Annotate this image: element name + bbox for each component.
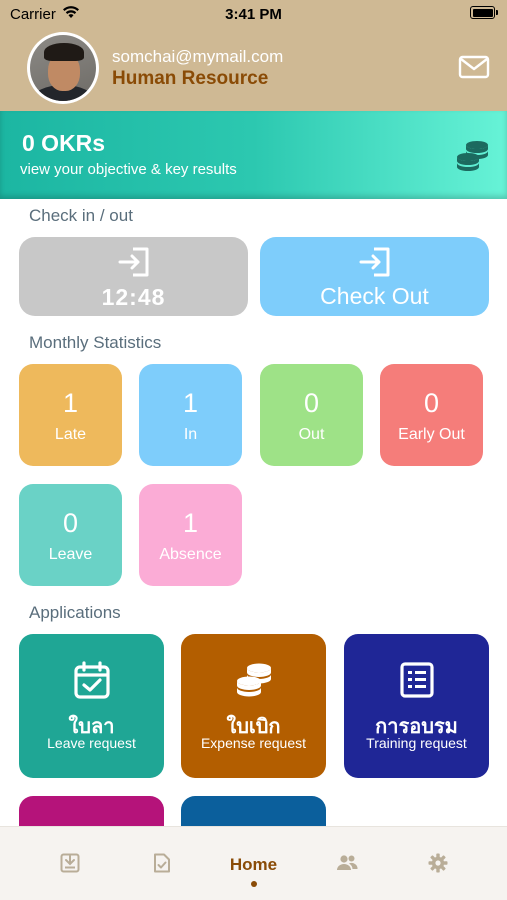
app-expense-request[interactable]: ใบเบิก Expense request [181,634,326,778]
tab-home-label: Home [229,855,278,874]
clock: 3:41 PM [225,6,282,23]
gear-icon [428,853,447,873]
mail-icon[interactable] [458,55,490,79]
check-in-time: 12:48 [101,284,166,310]
tab-download[interactable] [19,827,120,900]
section-check-in-out: Check in / out [29,206,133,225]
stat-value: 0 [303,388,320,418]
stat-early-out[interactable]: 0 Early Out [380,364,483,466]
tab-bar: Home [0,826,507,900]
stat-out[interactable]: 0 Out [260,364,363,466]
avatar[interactable] [27,32,99,104]
stat-value: 1 [182,508,199,538]
stat-value: 0 [62,508,79,538]
stat-value: 1 [182,388,199,418]
stat-label: Out [298,426,325,443]
app-title-en: Leave request [47,735,136,751]
tab-users[interactable] [295,827,396,900]
section-monthly-statistics: Monthly Statistics [29,333,162,352]
stat-value: 0 [423,388,440,418]
stat-label: Absence [159,546,222,563]
profile-header: Carrier 3:41 PM somchai@mymail.com Human… [0,0,507,111]
list-icon [399,662,434,698]
stat-leave[interactable]: 0 Leave [19,484,122,586]
check-out-label: Check Out [320,283,429,309]
download-icon [60,853,79,873]
okr-banner[interactable]: 0 OKRs view your objective & key results [0,111,507,199]
stat-value: 1 [62,388,79,418]
check-out-button[interactable]: Check Out [260,237,489,316]
tab-settings[interactable] [387,827,488,900]
coins-icon [457,141,488,171]
stat-in[interactable]: 1 In [139,364,242,466]
stat-label: Leave [48,546,93,563]
stat-late[interactable]: 1 Late [19,364,122,466]
check-in-button[interactable]: 12:48 [19,237,248,316]
app-title-en: Training request [366,735,467,751]
user-department: Human Resource [112,68,269,89]
tab-document[interactable] [111,827,212,900]
okr-title: 0 OKRs [22,130,106,156]
stat-label: Late [54,426,87,443]
login-icon [118,247,148,277]
stat-label: In [183,426,198,443]
section-applications: Applications [29,603,121,622]
stat-label: Early Out [398,426,465,443]
app-training-request[interactable]: การอบรม Training request [344,634,489,778]
active-tab-indicator [250,881,257,887]
okr-subtitle: view your objective & key results [20,161,237,178]
document-check-icon [153,853,170,873]
coins-icon [236,663,271,697]
stat-absence[interactable]: 1 Absence [139,484,242,586]
calendar-check-icon [73,661,110,699]
app-leave-request[interactable]: ใบลา Leave request [19,634,164,778]
users-icon [336,855,358,870]
status-bar: Carrier 3:41 PM [0,0,507,28]
login-icon [359,247,389,277]
user-email: somchai@mymail.com [112,47,284,66]
battery-icon [470,6,498,19]
tab-home[interactable]: Home [203,827,304,900]
app-title-en: Expense request [200,735,307,751]
